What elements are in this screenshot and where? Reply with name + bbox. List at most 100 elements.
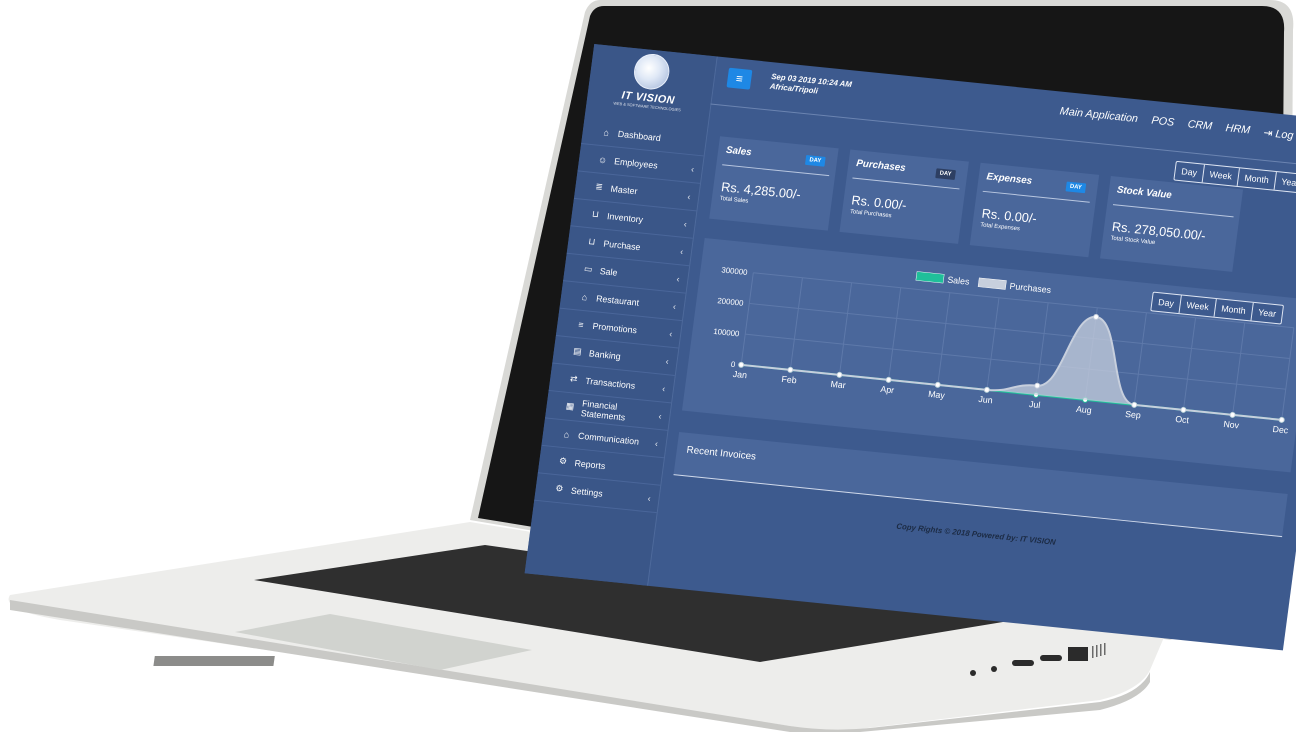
footer-copyright: Copy Rights © 2018 bbox=[895, 521, 973, 539]
top-nav: Main Application POS CRM HRM ⇥ Log out ☰ bbox=[1059, 105, 1296, 146]
logout-icon: ⇥ bbox=[1262, 127, 1274, 140]
grid-line-x bbox=[937, 292, 951, 385]
logout-button[interactable]: ⇥ Log out bbox=[1263, 126, 1296, 144]
chart-panel: Day Week Month Year 300000 200000 100000 0 J… bbox=[681, 237, 1296, 473]
briefcase-icon: ▭ bbox=[583, 263, 594, 275]
recent-invoices-title: Recent Invoices bbox=[685, 444, 757, 463]
sales-purchases-chart: 300000 200000 100000 0Jan Feb Mar Apr May Jun Jul… bbox=[713, 265, 1295, 436]
data-point-purchases bbox=[1278, 416, 1285, 423]
sidebar-item-label: Reports bbox=[573, 457, 606, 471]
sidebar-item-label: Master bbox=[610, 183, 639, 196]
grid-line-x bbox=[740, 272, 754, 365]
grid-line-x bbox=[789, 277, 803, 370]
sidebar-item-label: Promotions bbox=[592, 320, 638, 335]
y-tick-label: 200000 bbox=[717, 296, 745, 308]
grid-line-x bbox=[1035, 302, 1049, 395]
grid-line-x bbox=[888, 287, 902, 380]
chevron-left-icon: ‹ bbox=[661, 383, 666, 394]
grid-line-y bbox=[745, 333, 1286, 390]
chevron-left-icon: ‹ bbox=[683, 218, 688, 229]
chevron-left-icon: ‹ bbox=[665, 355, 670, 366]
card-sales: Sales DAY Rs. 4,285.00/- Total Sales bbox=[709, 136, 839, 231]
sidebar-item-label: Banking bbox=[588, 347, 622, 361]
data-point-purchases bbox=[1229, 411, 1236, 418]
x-tick-label: Apr bbox=[880, 384, 895, 395]
grid-line-y bbox=[753, 272, 1294, 329]
shop-icon: ⌂ bbox=[563, 428, 570, 440]
period-top-month[interactable]: Month bbox=[1237, 168, 1277, 190]
card-badge: DAY bbox=[1065, 181, 1087, 194]
sidebar-item-label: Transactions bbox=[584, 375, 636, 391]
period-top-day[interactable]: Day bbox=[1174, 161, 1205, 183]
sidebar-item-label: Sale bbox=[599, 265, 619, 278]
nav-hrm[interactable]: HRM bbox=[1225, 122, 1251, 137]
stack-icon: ≡ bbox=[577, 319, 585, 330]
chevron-left-icon: ‹ bbox=[668, 328, 674, 339]
menu-toggle-button[interactable]: ≡ bbox=[726, 67, 753, 90]
series-area-purchases bbox=[741, 316, 1282, 420]
card-stock-value: Stock Value Rs. 278,050.00/- Total Stock… bbox=[1100, 176, 1244, 272]
x-tick-label: Aug bbox=[1075, 404, 1092, 416]
chevron-left-icon: ‹ bbox=[690, 163, 695, 174]
gear-icon: ⚙ bbox=[558, 455, 568, 467]
globe-icon bbox=[631, 52, 672, 92]
legend-swatch-purchases bbox=[977, 277, 1007, 290]
data-point-purchases bbox=[983, 386, 990, 393]
card-purchases: Purchases DAY Rs. 0.00/- Total Purchases bbox=[839, 149, 969, 244]
chart-icon: ▦ bbox=[565, 400, 575, 412]
x-tick-label: Jul bbox=[1028, 399, 1041, 410]
datetime: Sep 03 2019 10:24 AM Africa/Tripoli bbox=[769, 72, 852, 100]
grid-line-x bbox=[986, 297, 1000, 390]
nav-main-application[interactable]: Main Application bbox=[1059, 105, 1139, 126]
grid-line-x bbox=[1232, 322, 1246, 415]
data-point-purchases bbox=[836, 371, 843, 378]
sidebar-item-label: Settings bbox=[570, 485, 604, 499]
card-expenses: Expenses DAY Rs. 0.00/- Total Expenses bbox=[969, 162, 1100, 258]
screen: IT VISION WEB & SOFTWARE TECHNOLOGIES ⌂ D… bbox=[495, 44, 1296, 651]
hamburger-icon: ≡ bbox=[735, 71, 744, 86]
x-tick-label: Jun bbox=[978, 394, 993, 405]
x-tick-label: Sep bbox=[1125, 409, 1142, 421]
x-tick-label: Nov bbox=[1223, 419, 1240, 431]
cart-icon: ⊔ bbox=[591, 208, 600, 220]
chevron-left-icon: ‹ bbox=[654, 438, 659, 449]
x-tick-label: Feb bbox=[781, 374, 797, 386]
cart-icon: ⊔ bbox=[587, 236, 596, 247]
logo: IT VISION WEB & SOFTWARE TECHNOLOGIES bbox=[605, 50, 695, 119]
grid-line-x bbox=[1182, 317, 1197, 410]
y-tick-label: 100000 bbox=[713, 327, 741, 339]
sidebar-item-label: Communication bbox=[577, 430, 640, 447]
x-tick-label: May bbox=[928, 389, 946, 401]
legend-label-purchases: Purchases bbox=[1009, 281, 1052, 295]
database-icon: ≣ bbox=[594, 181, 604, 192]
sidebar-item-label: Financial Statements bbox=[580, 397, 626, 422]
nav-pos[interactable]: POS bbox=[1151, 115, 1175, 130]
legend-swatch-sales bbox=[915, 271, 945, 284]
x-tick-label: Jan bbox=[732, 369, 747, 380]
x-tick-label: Mar bbox=[830, 379, 846, 391]
sidebar-item-label: Dashboard bbox=[617, 128, 662, 143]
dashboard-app: IT VISION WEB & SOFTWARE TECHNOLOGIES ⌂ D… bbox=[524, 44, 1296, 651]
card-badge: DAY bbox=[804, 154, 826, 167]
data-point-purchases bbox=[787, 366, 794, 373]
series-line-purchases bbox=[741, 315, 1282, 421]
data-point-purchases bbox=[1093, 314, 1100, 320]
period-top-week[interactable]: Week bbox=[1202, 164, 1240, 186]
nav-crm[interactable]: CRM bbox=[1187, 118, 1213, 133]
data-point-purchases bbox=[738, 361, 745, 368]
chevron-left-icon: ‹ bbox=[658, 410, 663, 421]
sidebar-item-label: Inventory bbox=[606, 210, 644, 225]
x-tick-label: Dec bbox=[1272, 424, 1289, 436]
sidebar-item-label: Restaurant bbox=[595, 293, 640, 308]
period-top-year[interactable]: Year bbox=[1274, 172, 1296, 193]
shop-icon: ⌂ bbox=[581, 291, 588, 302]
logout-label: Log out bbox=[1274, 128, 1296, 143]
card-title: Stock Value bbox=[1116, 184, 1173, 202]
data-point-purchases bbox=[1131, 401, 1138, 408]
chevron-left-icon: ‹ bbox=[672, 300, 677, 311]
home-icon: ⌂ bbox=[603, 126, 610, 138]
gear-icon: ⚙ bbox=[554, 483, 564, 494]
document-icon: ▤ bbox=[572, 345, 583, 357]
chevron-left-icon: ‹ bbox=[679, 245, 684, 257]
x-tick-label: Oct bbox=[1175, 414, 1190, 425]
